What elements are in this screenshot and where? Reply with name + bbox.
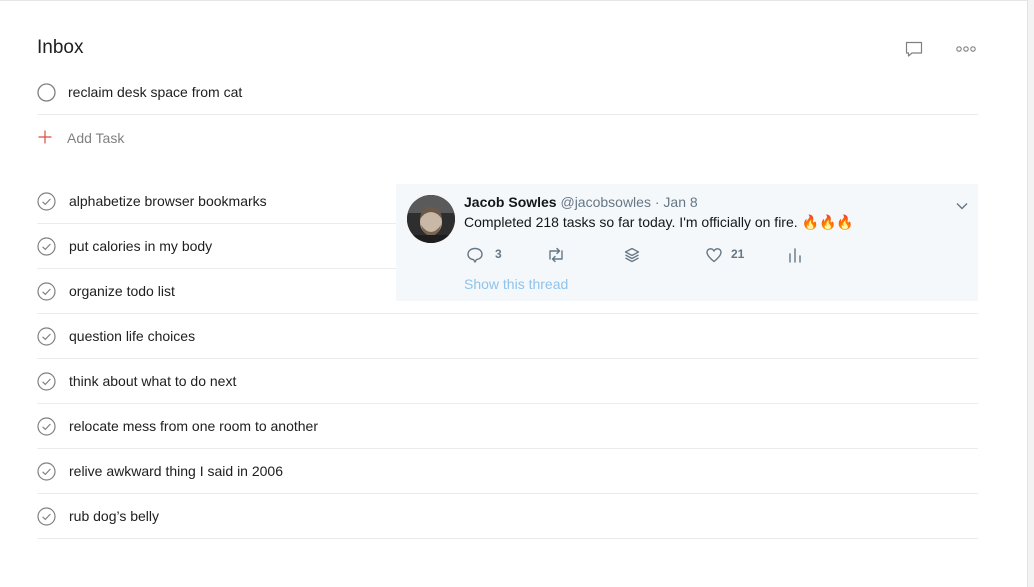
add-task-label: Add Task <box>67 130 125 146</box>
completed-check-icon[interactable] <box>37 507 56 526</box>
completed-task-row[interactable]: relocate mess from one room to another <box>37 404 978 449</box>
tweet-date[interactable]: Jan 8 <box>663 194 697 210</box>
retweet-button[interactable] <box>546 245 568 265</box>
completed-task-text: relocate mess from one room to another <box>69 418 319 434</box>
completed-task-row[interactable]: think about what to do next <box>37 359 978 404</box>
reply-count: 3 <box>495 247 502 261</box>
comment-icon[interactable] <box>904 40 924 58</box>
completed-check-icon[interactable] <box>37 192 56 211</box>
task-row[interactable]: reclaim desk space from cat <box>37 70 978 115</box>
reply-icon <box>467 247 483 263</box>
analytics-icon <box>789 248 801 263</box>
like-count: 21 <box>731 247 745 261</box>
completed-task-text: organize todo list <box>69 283 175 299</box>
stack-button[interactable] <box>623 245 645 265</box>
analytics-button[interactable] <box>787 245 807 265</box>
scrollbar[interactable] <box>1027 0 1034 587</box>
tweet-card[interactable]: Jacob Sowles @jacobsowles · Jan 8 Comple… <box>396 184 978 301</box>
completed-check-icon[interactable] <box>37 372 56 391</box>
retweet-icon <box>549 247 563 263</box>
completed-check-icon[interactable] <box>37 327 56 346</box>
completed-task-text: rub dog’s belly <box>69 508 160 524</box>
task-checkbox[interactable] <box>37 83 56 102</box>
tweet-separator: · <box>654 194 660 210</box>
completed-task-row[interactable]: rub dog’s belly <box>37 494 978 539</box>
plus-icon <box>37 129 53 145</box>
reply-button[interactable]: 3 <box>466 245 506 265</box>
chevron-down-icon[interactable] <box>955 198 969 210</box>
like-button[interactable]: 21 <box>705 245 750 265</box>
tweet-author-handle[interactable]: @jacobsowles <box>560 194 650 210</box>
tweet-actions: 3 21 <box>466 245 826 265</box>
completed-check-icon[interactable] <box>37 282 56 301</box>
completed-task-text: alphabetize browser bookmarks <box>69 193 267 209</box>
completed-task-text: question life choices <box>69 328 196 344</box>
top-border <box>0 0 1027 1</box>
completed-check-icon[interactable] <box>37 417 56 436</box>
completed-task-text: relive awkward thing I said in 2006 <box>69 463 284 479</box>
more-options-icon[interactable] <box>955 42 977 56</box>
tweet-author-name[interactable]: Jacob Sowles <box>464 194 557 210</box>
task-text: reclaim desk space from cat <box>68 84 243 100</box>
completed-task-text: think about what to do next <box>69 373 237 389</box>
tweet-text: Completed 218 tasks so far today. I'm of… <box>464 214 854 230</box>
avatar[interactable] <box>407 195 455 243</box>
stack-icon <box>624 247 640 263</box>
completed-check-icon[interactable] <box>37 237 56 256</box>
completed-task-row[interactable]: question life choices <box>37 314 978 359</box>
show-thread-link[interactable]: Show this thread <box>464 276 568 292</box>
heart-icon <box>706 248 722 263</box>
tweet-header: Jacob Sowles @jacobsowles · Jan 8 <box>464 194 698 210</box>
add-task-button[interactable]: Add Task <box>37 127 237 149</box>
page-title: Inbox <box>37 37 84 58</box>
completed-task-row[interactable]: relive awkward thing I said in 2006 <box>37 449 978 494</box>
completed-task-text: put calories in my body <box>69 238 213 254</box>
completed-check-icon[interactable] <box>37 462 56 481</box>
